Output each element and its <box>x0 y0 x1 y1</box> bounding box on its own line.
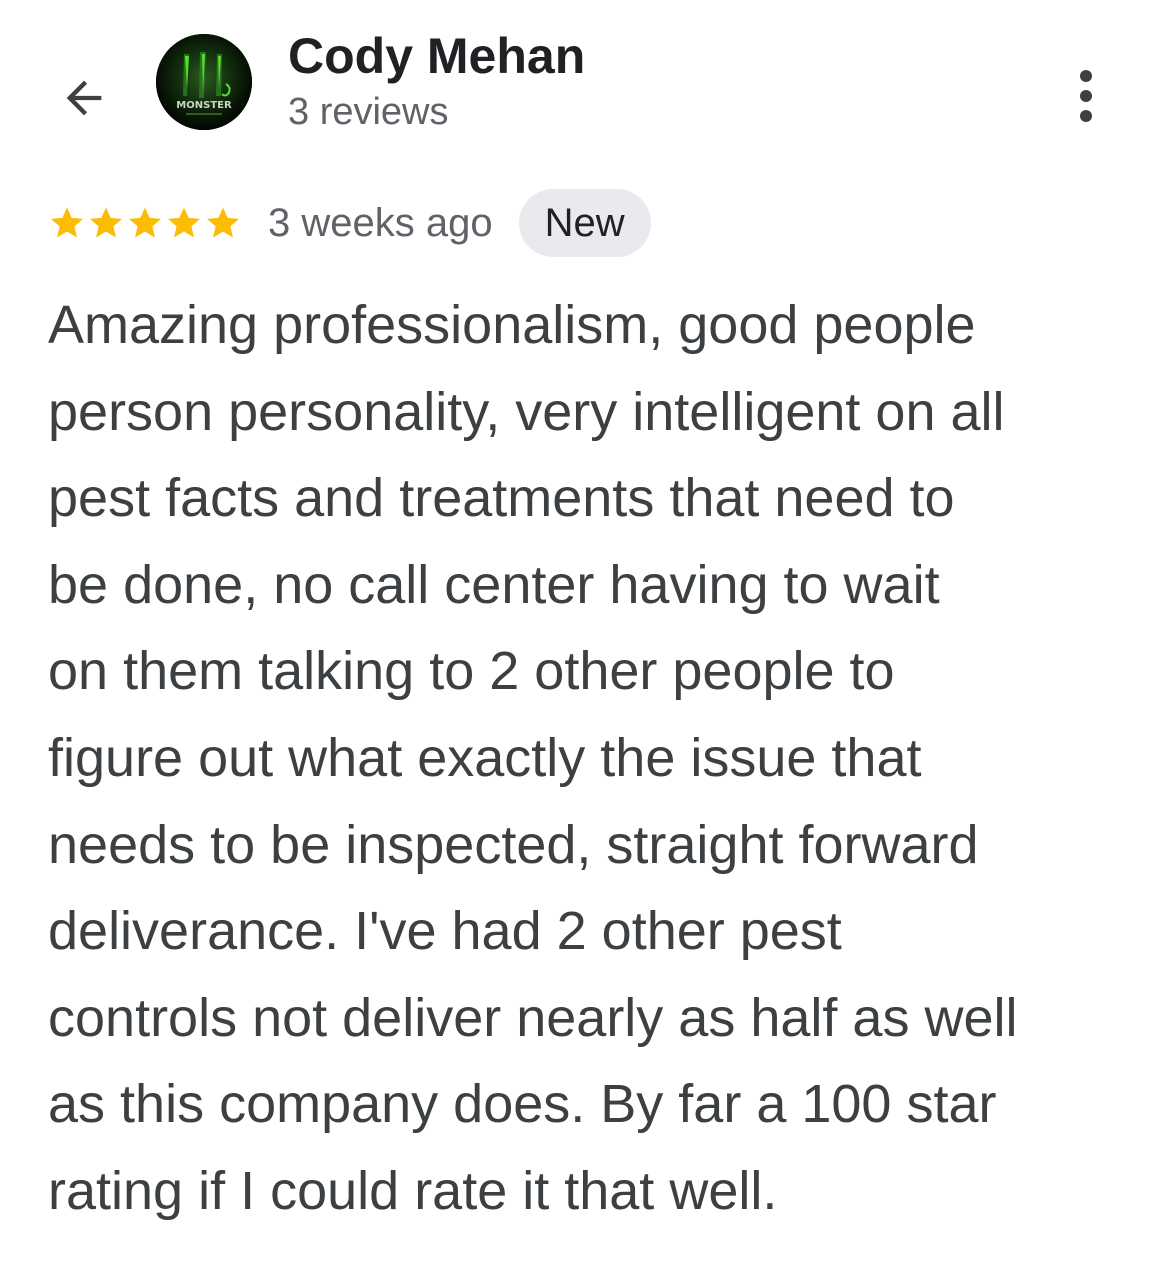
star-icon <box>167 207 201 238</box>
new-badge: New <box>518 189 651 257</box>
arrow-back-icon <box>66 80 102 116</box>
author-name[interactable]: Cody Mehan <box>288 26 585 86</box>
review-text: Amazing professionalism, good people per… <box>48 295 1018 1221</box>
more-options-button[interactable] <box>1062 64 1110 128</box>
more-vert-icon <box>1080 70 1092 122</box>
review-count[interactable]: 3 reviews <box>288 88 449 136</box>
monster-energy-logo: MONSTER <box>156 34 252 130</box>
avatar-brand-text: MONSTER <box>176 100 232 111</box>
star-icon <box>206 207 240 238</box>
star-icon <box>89 207 123 238</box>
star-rating <box>48 204 242 242</box>
back-button[interactable] <box>52 66 116 130</box>
avatar[interactable]: MONSTER <box>156 34 252 130</box>
star-icon <box>50 207 84 238</box>
rating-row: 3 weeks ago New <box>48 186 651 260</box>
star-icon <box>128 207 162 238</box>
review-time: 3 weeks ago <box>268 200 493 245</box>
